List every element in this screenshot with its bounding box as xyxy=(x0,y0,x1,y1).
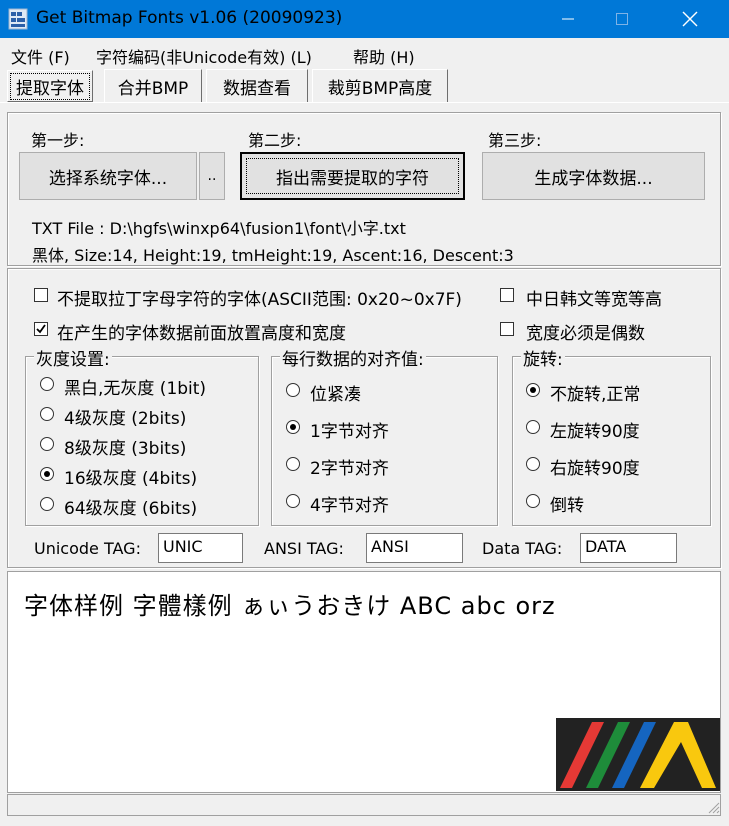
maximize-button[interactable] xyxy=(599,0,645,38)
width-even-checkbox[interactable] xyxy=(500,322,514,336)
align-bit-compact-radio[interactable] xyxy=(286,383,300,397)
put-size-label: 在产生的字体数据前面放置高度和宽度 xyxy=(57,324,346,344)
align-1byte-label: 1字节对齐 xyxy=(310,422,389,442)
menu-file[interactable]: 文件 (F) xyxy=(11,44,70,68)
grayscale-1bit-radio[interactable] xyxy=(40,377,54,391)
put-size-checkbox[interactable] xyxy=(34,322,48,336)
txt-file-path: TXT File : D:\hgfs\winxp64\fusion1\font\… xyxy=(32,219,406,238)
data-tag-label: Data TAG: xyxy=(482,539,563,558)
tab-crop-bmp-height[interactable]: 裁剪BMP高度 xyxy=(312,69,448,102)
grayscale-6bits-radio[interactable] xyxy=(40,497,54,511)
mark-characters-button[interactable]: 指出需要提取的字符 xyxy=(240,152,465,200)
rotate-left-label: 左旋转90度 xyxy=(550,422,640,442)
select-system-font-button[interactable]: 选择系统字体... xyxy=(19,152,197,200)
tab-label: 裁剪BMP高度 xyxy=(327,78,433,99)
generate-font-data-button[interactable]: 生成字体数据... xyxy=(482,152,705,200)
tab-divider xyxy=(0,102,729,103)
status-bar xyxy=(7,794,721,816)
no-latin-checkbox[interactable] xyxy=(34,288,48,302)
align-bit-compact-label: 位紧凑 xyxy=(310,385,361,405)
align-4byte-label: 4字节对齐 xyxy=(310,496,389,516)
menu-encoding[interactable]: 字符编码(非Unicode有效) (L) xyxy=(96,44,312,68)
data-tag-input[interactable]: DATA xyxy=(580,533,677,563)
resize-grip-icon[interactable] xyxy=(706,800,720,814)
rotate-flip-label: 倒转 xyxy=(550,496,584,516)
align-2byte-label: 2字节对齐 xyxy=(310,459,389,479)
tab-merge-bmp[interactable]: 合并BMP xyxy=(104,69,202,102)
cjk-monowidth-checkbox[interactable] xyxy=(500,288,514,302)
app-icon xyxy=(8,8,28,30)
button-label: .. xyxy=(207,168,217,184)
align-2byte-radio[interactable] xyxy=(286,457,300,471)
align-1byte-radio[interactable] xyxy=(286,420,300,434)
window-title: Get Bitmap Fonts v1.06 (20090923) xyxy=(36,8,343,28)
fusion-logo-icon xyxy=(556,718,720,791)
step1-label: 第一步: xyxy=(31,131,85,150)
grayscale-6bits-label: 64级灰度 (6bits) xyxy=(64,499,198,519)
unicode-tag-input[interactable]: UNIC xyxy=(158,533,243,563)
maximize-icon xyxy=(616,13,628,25)
close-icon xyxy=(682,11,698,27)
minimize-icon xyxy=(562,18,574,20)
more-options-button[interactable]: .. xyxy=(199,152,225,200)
font-metrics: 黑体, Size:14, Height:19, tmHeight:19, Asc… xyxy=(32,246,514,265)
rotate-left-radio[interactable] xyxy=(526,420,540,434)
no-latin-label: 不提取拉丁字母字符的字体(ASCII范围: 0x20~0x7F) xyxy=(57,290,462,310)
rotate-flip-radio[interactable] xyxy=(526,494,540,508)
align-4byte-radio[interactable] xyxy=(286,494,300,508)
rotate-none-label: 不旋转,正常 xyxy=(550,385,641,405)
menu-help[interactable]: 帮助 (H) xyxy=(353,44,415,68)
minimize-button[interactable] xyxy=(545,0,591,38)
checkmark-icon xyxy=(36,324,46,334)
tab-label: 数据查看 xyxy=(223,78,291,99)
step3-label: 第三步: xyxy=(488,131,542,150)
button-label: 选择系统字体... xyxy=(48,168,168,189)
tab-focus-rect xyxy=(10,73,90,100)
button-label: 生成字体数据... xyxy=(534,168,653,189)
focus-rect xyxy=(246,158,459,194)
grayscale-group-title: 灰度设置: xyxy=(34,345,112,370)
grayscale-4bits-label: 16级灰度 (4bits) xyxy=(64,469,198,489)
ansi-tag-label: ANSI TAG: xyxy=(264,539,344,558)
rotate-right-label: 右旋转90度 xyxy=(550,459,640,479)
grayscale-3bits-label: 8级灰度 (3bits) xyxy=(64,439,187,459)
rotate-none-radio[interactable] xyxy=(526,383,540,397)
unicode-tag-label: Unicode TAG: xyxy=(34,539,141,558)
grayscale-4bits-radio[interactable] xyxy=(40,467,54,481)
tab-label: 合并BMP xyxy=(117,78,189,99)
alignment-group-title: 每行数据的对齐值: xyxy=(280,345,426,370)
rotation-group-title: 旋转: xyxy=(521,345,565,370)
grayscale-3bits-radio[interactable] xyxy=(40,437,54,451)
tab-data-view[interactable]: 数据查看 xyxy=(206,69,308,102)
grayscale-1bit-label: 黑白,无灰度 (1bit) xyxy=(64,379,207,399)
grayscale-2bits-label: 4级灰度 (2bits) xyxy=(64,409,187,429)
ansi-tag-input[interactable]: ANSI xyxy=(366,533,463,563)
grayscale-2bits-radio[interactable] xyxy=(40,407,54,421)
font-sample-text: 字体样例 字體樣例 ぁぃうおきけ ABC abc orz xyxy=(24,592,556,620)
step2-label: 第二步: xyxy=(248,131,302,150)
width-even-label: 宽度必须是偶数 xyxy=(526,324,645,344)
rotate-right-radio[interactable] xyxy=(526,457,540,471)
cjk-monowidth-label: 中日韩文等宽等高 xyxy=(526,290,662,310)
close-button[interactable] xyxy=(667,0,713,38)
